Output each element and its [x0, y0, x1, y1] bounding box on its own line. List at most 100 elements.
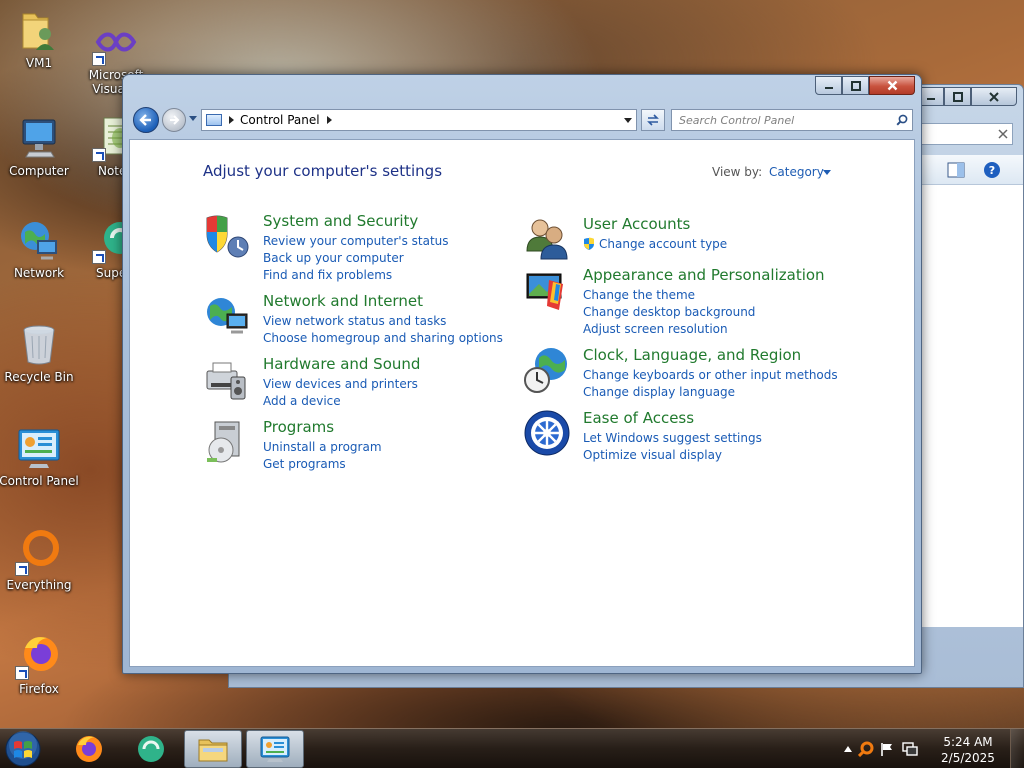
back-arrow-icon [139, 114, 151, 126]
app-icon [138, 736, 164, 762]
link-homegroup[interactable]: Choose homegroup and sharing options [263, 330, 503, 347]
folder-icon [198, 739, 228, 762]
control-panel-window[interactable]: Control Panel Adjust your computer's set… [122, 74, 922, 674]
close-button[interactable] [869, 76, 915, 95]
desktop-icon-label: Everything [6, 578, 72, 592]
firefox-icon [76, 736, 102, 762]
back-button[interactable] [133, 107, 159, 133]
search-icon[interactable] [892, 114, 912, 126]
recycle-bin-icon [15, 320, 63, 368]
link-label: Change account type [599, 237, 728, 251]
category-title[interactable]: Clock, Language, and Region [583, 346, 801, 364]
category-title[interactable]: System and Security [263, 212, 418, 230]
category-title[interactable]: Network and Internet [263, 292, 423, 310]
show-hidden-icons-icon[interactable] [844, 746, 852, 752]
help-icon[interactable]: ? [983, 161, 1001, 179]
desktop-icon-everything[interactable]: Everything [0, 528, 79, 592]
navigation-bar: Control Panel [131, 107, 913, 135]
maximize-icon [952, 91, 963, 102]
address-bar[interactable]: Control Panel [201, 109, 637, 131]
category-title[interactable]: User Accounts [583, 215, 690, 233]
address-dropdown-icon[interactable] [624, 118, 632, 123]
breadcrumb-chevron-icon[interactable] [326, 116, 332, 124]
action-center-flag-icon[interactable] [880, 742, 894, 756]
maximize-button[interactable] [842, 76, 869, 95]
desktop-icon-firefox[interactable]: Firefox [0, 632, 79, 696]
control-panel-icon [260, 736, 290, 762]
taskbar-app[interactable] [122, 730, 180, 768]
link-get-programs[interactable]: Get programs [263, 456, 382, 473]
link-devices-printers[interactable]: View devices and printers [263, 376, 418, 393]
recent-pages-dropdown[interactable] [189, 116, 197, 121]
desktop-icon-network[interactable]: Network [0, 216, 79, 280]
desktop-icon-label: Network [13, 266, 65, 280]
preview-pane-icon[interactable] [947, 162, 965, 178]
desktop-icon-vm1[interactable]: VM1 [0, 6, 79, 70]
link-uninstall[interactable]: Uninstall a program [263, 439, 382, 456]
desktop-icon-computer[interactable]: Computer [0, 114, 79, 178]
breadcrumb-control-panel[interactable]: Control Panel [240, 113, 320, 127]
desktop-icon-label: VM1 [25, 56, 53, 70]
link-network-status[interactable]: View network status and tasks [263, 313, 503, 330]
desktop-icon-label: Firefox [19, 682, 59, 696]
forward-arrow-icon [170, 115, 180, 125]
taskbar-control-panel[interactable] [246, 730, 304, 768]
category-title[interactable]: Ease of Access [583, 409, 694, 427]
link-back-up[interactable]: Back up your computer [263, 250, 449, 267]
appearance-icon[interactable] [523, 266, 571, 314]
desktop-icon-label: Computer [9, 164, 69, 178]
link-suggest-settings[interactable]: Let Windows suggest settings [583, 430, 762, 447]
background-content [921, 185, 1023, 627]
forward-button[interactable] [162, 108, 186, 132]
system-security-icon[interactable] [203, 212, 251, 260]
close-tab-icon[interactable] [998, 129, 1008, 139]
user-accounts-icon[interactable] [523, 215, 571, 263]
category-title[interactable]: Hardware and Sound [263, 355, 420, 373]
background-window-caption-buttons [917, 87, 1017, 106]
clock-language-icon[interactable] [523, 346, 571, 394]
link-display-language[interactable]: Change display language [583, 384, 838, 401]
network-internet-icon[interactable] [203, 292, 251, 340]
link-change-account-type[interactable]: Change account type [583, 236, 727, 253]
hardware-sound-icon[interactable] [203, 355, 251, 403]
start-button[interactable] [4, 730, 46, 768]
close-button[interactable] [971, 87, 1017, 106]
link-screen-resolution[interactable]: Adjust screen resolution [583, 321, 755, 338]
category-title[interactable]: Programs [263, 418, 334, 436]
taskbar-firefox[interactable] [60, 730, 118, 768]
view-by-dropdown[interactable]: Category [769, 165, 824, 179]
close-icon [989, 91, 999, 102]
link-desktop-background[interactable]: Change desktop background [583, 304, 755, 321]
link-review-status[interactable]: Review your computer's status [263, 233, 449, 250]
category-title[interactable]: Appearance and Personalization [583, 266, 825, 284]
chevron-down-icon[interactable] [823, 170, 831, 175]
breadcrumb-chevron-icon[interactable] [229, 116, 234, 124]
search-input[interactable] [672, 111, 892, 129]
link-find-fix[interactable]: Find and fix problems [263, 267, 449, 284]
clock[interactable]: 5:24 AM 2/5/2025 [938, 734, 998, 766]
folder-user-icon [15, 6, 63, 54]
network-tray-icon[interactable] [902, 742, 918, 756]
search-box[interactable] [671, 109, 913, 131]
ease-of-access-icon[interactable] [523, 409, 571, 457]
firefox-icon [15, 632, 63, 680]
system-tray: 5:24 AM 2/5/2025 [834, 729, 1024, 768]
link-change-keyboards[interactable]: Change keyboards or other input methods [583, 367, 838, 384]
taskbar-explorer[interactable] [184, 730, 242, 768]
search-tray-icon[interactable] [858, 741, 874, 757]
show-desktop-button[interactable] [1010, 729, 1024, 768]
refresh-button[interactable] [641, 109, 665, 131]
background-address-bar[interactable] [921, 123, 1013, 145]
programs-icon[interactable] [203, 418, 251, 466]
clock-time: 5:24 AM [943, 735, 993, 749]
desktop-icon-label: Control Panel [0, 474, 79, 488]
desktop-icon-recycle-bin[interactable]: Recycle Bin [0, 320, 79, 384]
control-panel-small-icon [206, 114, 222, 126]
link-add-device[interactable]: Add a device [263, 393, 418, 410]
maximize-button[interactable] [944, 87, 971, 106]
minimize-button[interactable] [815, 76, 842, 95]
link-change-theme[interactable]: Change the theme [583, 287, 755, 304]
clock-date: 2/5/2025 [941, 751, 995, 765]
desktop-icon-control-panel[interactable]: Control Panel [0, 424, 79, 488]
link-optimize-display[interactable]: Optimize visual display [583, 447, 762, 464]
